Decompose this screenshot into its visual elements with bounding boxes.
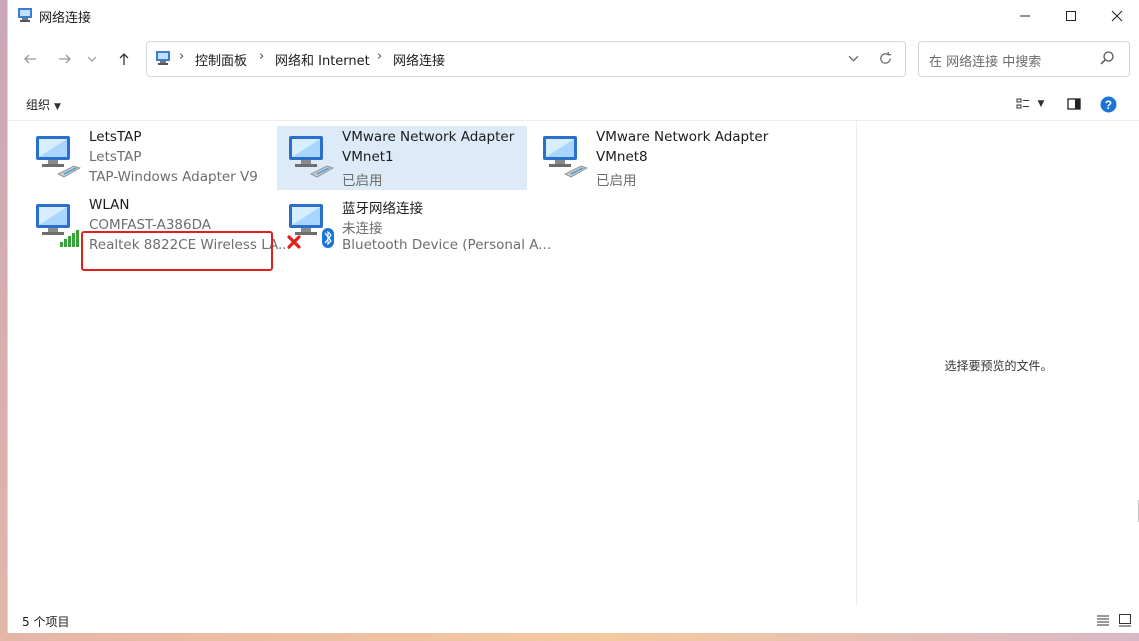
connection-device: Bluetooth Device (Personal A... (342, 237, 552, 253)
arrow-right-icon (59, 54, 71, 64)
connection-item-letstap[interactable]: LetsTAP LetsTAP TAP-Windows Adapter V9 (24, 126, 274, 190)
address-dropdown-button[interactable] (848, 48, 859, 67)
large-icons-view-icon[interactable] (1118, 613, 1132, 627)
search-box[interactable]: 在 网络连接 中搜索 (918, 41, 1130, 77)
wireless-adapter-icon (36, 204, 79, 247)
chevron-down-icon (848, 55, 859, 62)
bluetooth-adapter-icon (287, 204, 334, 249)
maximize-icon (1066, 11, 1076, 21)
breadcrumb-network-connections[interactable]: 网络连接 (393, 50, 445, 69)
annotation-highlight-box (81, 231, 273, 271)
status-bar: 5 个项目 (8, 607, 1139, 633)
forward-button[interactable] (51, 46, 79, 72)
caret-down-icon: ▼ (54, 102, 61, 112)
connection-item-bluetooth[interactable]: 蓝牙网络连接 未连接 Bluetooth Device (Personal A.… (277, 194, 551, 258)
window-title: 网络连接 (39, 11, 92, 26)
refresh-button[interactable] (878, 49, 893, 70)
connection-name: VMware Network Adapter (596, 129, 769, 145)
refresh-icon (880, 51, 892, 64)
recent-locations-button[interactable] (82, 46, 102, 72)
connections-list: LetsTAP LetsTAP TAP-Windows Adapter V9 V… (8, 121, 855, 606)
caret-down-icon: ▼ (1037, 99, 1045, 109)
details-view-icon[interactable] (1096, 613, 1110, 627)
arrow-up-icon (119, 53, 129, 65)
connection-status: 已启用 (342, 173, 383, 189)
control-panel-icon (156, 51, 170, 65)
help-button[interactable]: ? (1098, 94, 1118, 114)
network-adapter-icon (543, 136, 588, 178)
explorer-window: 网络连接 › 控制面板 › 网络和 Internet › 网络连接 在 网络连接… (7, 0, 1139, 633)
minimize-button[interactable] (1002, 0, 1048, 32)
breadcrumb-control-panel[interactable]: 控制面板 (195, 50, 247, 69)
command-bar: 组织 ▼ ▼ ? (8, 88, 1139, 121)
back-button[interactable] (16, 46, 44, 72)
breadcrumb-separator[interactable]: › (179, 49, 184, 64)
connection-status: 未连接 (342, 221, 383, 237)
preview-pane-button[interactable] (1064, 94, 1084, 114)
search-icon[interactable] (1099, 50, 1115, 66)
connection-name: 蓝牙网络连接 (342, 201, 423, 217)
connection-item-vmnet8[interactable]: VMware Network Adapter VMnet8 已启用 (531, 126, 781, 190)
change-view-button[interactable]: ▼ (1010, 94, 1050, 114)
title-bar: 网络连接 (8, 0, 1139, 32)
connection-status: LetsTAP (89, 149, 142, 165)
organize-label: 组织 (26, 98, 51, 112)
item-count: 5 个项目 (22, 615, 70, 629)
preview-pane-icon (1067, 98, 1081, 110)
connection-name: WLAN (89, 197, 130, 213)
search-input[interactable]: 在 网络连接 中搜索 (929, 51, 1041, 70)
preview-message: 选择要预览的文件。 (944, 359, 1053, 373)
preview-pane: 选择要预览的文件。 (856, 121, 1139, 606)
organize-menu-button[interactable]: 组织 ▼ (26, 96, 61, 113)
view-options-icon (1016, 98, 1029, 109)
connection-subname: VMnet1 (342, 149, 394, 165)
up-button[interactable] (110, 46, 138, 72)
connection-status: 已启用 (596, 173, 637, 189)
connection-subname: VMnet8 (596, 149, 648, 165)
close-button[interactable] (1094, 0, 1139, 32)
address-bar[interactable]: › 控制面板 › 网络和 Internet › 网络连接 (146, 41, 906, 77)
breadcrumb-network-internet[interactable]: 网络和 Internet (275, 50, 370, 69)
help-icon: ? (1100, 96, 1116, 112)
connection-item-vmnet1[interactable]: VMware Network Adapter VMnet1 已启用 (277, 126, 527, 190)
breadcrumb-separator[interactable]: › (377, 49, 382, 64)
network-connections-icon (18, 8, 32, 22)
minimize-icon (1020, 15, 1030, 17)
connection-name: LetsTAP (89, 129, 142, 145)
breadcrumb-separator[interactable]: › (259, 49, 264, 64)
connection-device: TAP-Windows Adapter V9 (89, 169, 258, 185)
chevron-down-icon (87, 56, 97, 62)
close-icon (1111, 10, 1123, 22)
network-adapter-icon (36, 136, 81, 178)
connection-name: VMware Network Adapter (342, 129, 515, 145)
svg-text:?: ? (1104, 98, 1111, 111)
maximize-button[interactable] (1048, 0, 1094, 32)
arrow-left-icon (24, 54, 36, 64)
network-adapter-icon (289, 136, 334, 178)
